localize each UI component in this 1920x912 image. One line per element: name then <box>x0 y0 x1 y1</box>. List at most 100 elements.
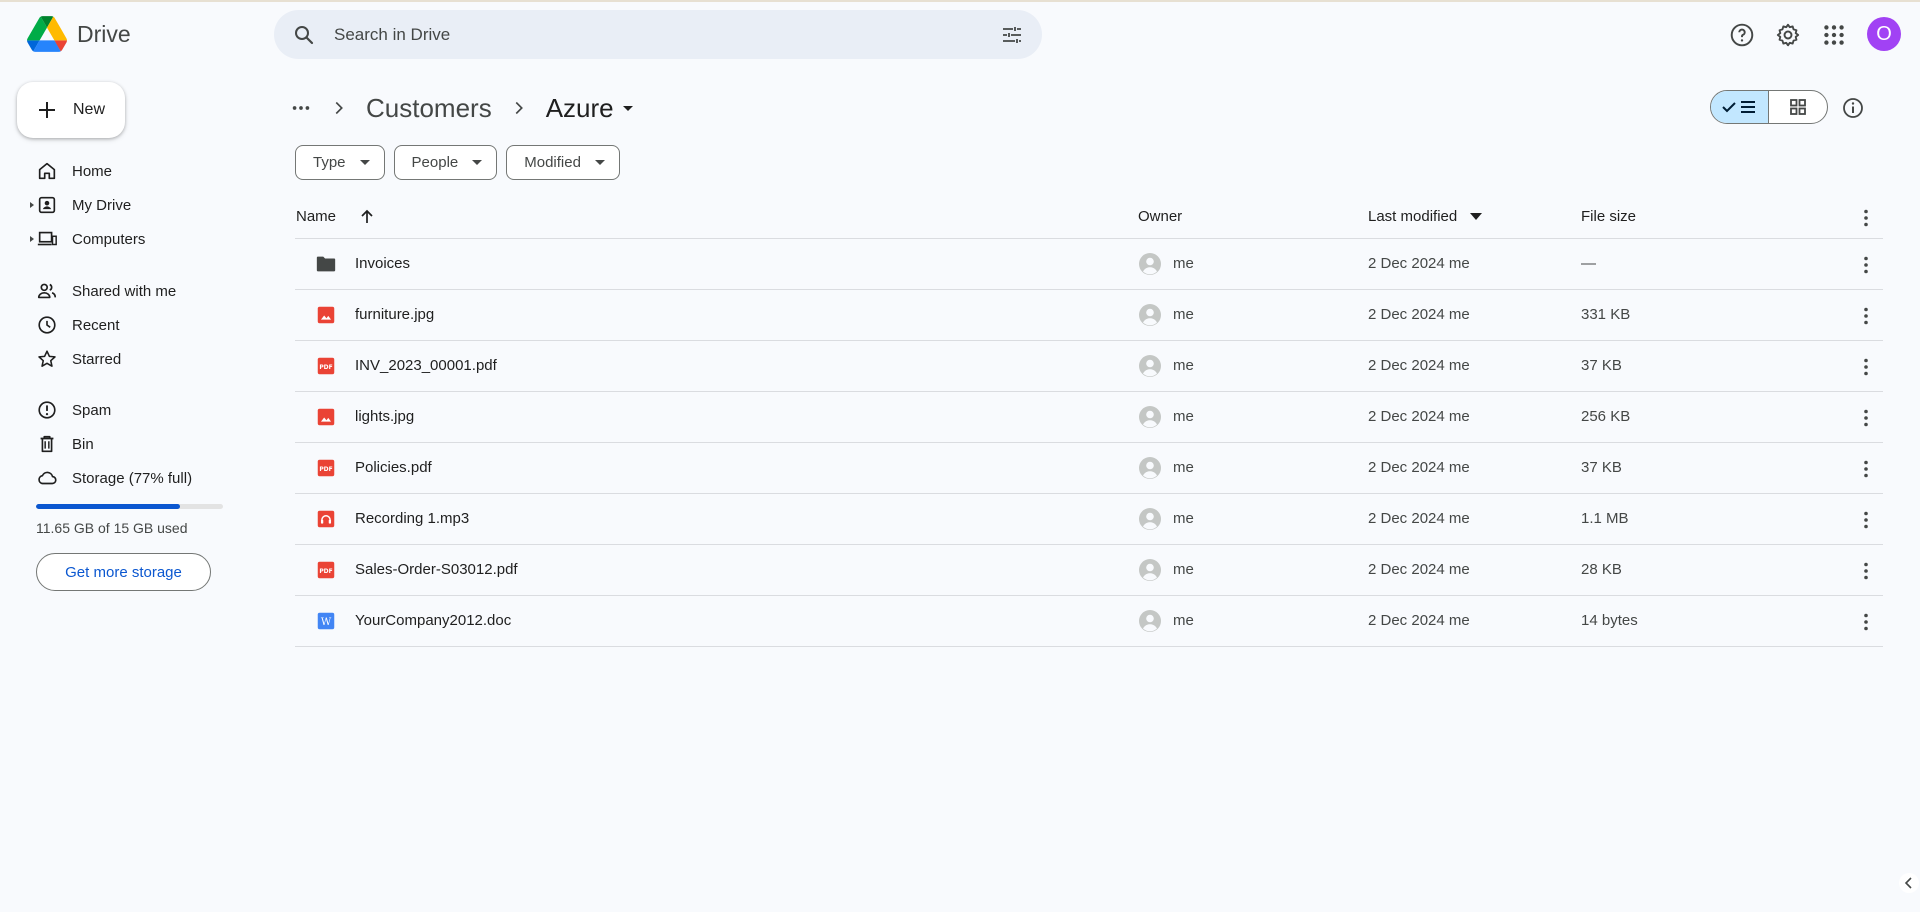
storage-progress-bar <box>36 504 223 509</box>
check-list-icon <box>1721 101 1755 113</box>
folder-icon <box>316 256 336 272</box>
grid-icon <box>1790 99 1806 115</box>
more-actions-icon[interactable] <box>1854 559 1878 583</box>
more-actions-icon[interactable] <box>1854 304 1878 328</box>
breadcrumb-current[interactable]: Azure <box>546 93 614 124</box>
spam-icon <box>38 401 56 419</box>
sidebar-item-label: Computers <box>72 230 146 248</box>
sidebar-item-label: Home <box>72 162 113 180</box>
filter-people[interactable]: People <box>393 145 498 180</box>
table-row[interactable]: PDF INV_2023_00001.pdf me 2 Dec 2024 me 37 K… <box>295 341 1883 392</box>
owner-name: me <box>1173 306 1194 323</box>
chevron-right-icon <box>515 101 523 115</box>
breadcrumb-parent[interactable]: Customers <box>366 93 492 124</box>
sidebar-item-my-drive[interactable]: My Drive <box>28 188 258 222</box>
file-size: 37 KB <box>1581 459 1622 476</box>
grid-view-button[interactable] <box>1769 91 1827 123</box>
file-name[interactable]: furniture.jpg <box>355 306 434 323</box>
file-table: Name Owner Last modified File size Invoi… <box>295 196 1883 647</box>
sidebar-item-label: Shared with me <box>72 282 177 300</box>
search-bar[interactable]: Search in Drive <box>274 10 1042 59</box>
pdf-file-icon: PDF <box>317 561 335 579</box>
search-input[interactable]: Search in Drive <box>334 25 450 45</box>
owner-avatar-icon <box>1139 610 1161 632</box>
table-row[interactable]: Recording 1.mp3 me 2 Dec 2024 me 1.1 MB <box>295 494 1883 545</box>
filter-type[interactable]: Type <box>295 145 385 180</box>
more-horizontal-icon[interactable] <box>290 97 312 119</box>
window-top-border <box>0 0 1920 2</box>
filter-chips: Type People Modified <box>295 145 620 180</box>
apps-grid-icon[interactable] <box>1821 22 1847 48</box>
new-button-label: New <box>73 101 106 118</box>
settings-gear-icon[interactable] <box>1775 22 1801 48</box>
column-options-icon[interactable] <box>1854 206 1878 230</box>
list-view-button[interactable] <box>1711 91 1769 123</box>
caret-down-icon <box>594 159 605 165</box>
table-row[interactable]: Invoices me 2 Dec 2024 me — <box>295 239 1883 290</box>
help-icon[interactable] <box>1729 22 1755 48</box>
table-header: Name Owner Last modified File size <box>295 196 1883 239</box>
filter-modified[interactable]: Modified <box>506 145 620 180</box>
sidebar-item-storage[interactable]: Storage (77% full) <box>28 461 258 495</box>
sidebar-item-home[interactable]: Home <box>28 154 258 188</box>
sidebar-item-shared-with-me[interactable]: Shared with me <box>28 274 258 308</box>
sidebar-item-recent[interactable]: Recent <box>28 308 258 342</box>
more-actions-icon[interactable] <box>1854 610 1878 634</box>
home-icon <box>38 162 56 180</box>
more-actions-icon[interactable] <box>1854 355 1878 379</box>
table-row[interactable]: PDF Sales-Order-S03012.pdf me 2 Dec 2024 me… <box>295 545 1883 596</box>
file-name[interactable]: INV_2023_00001.pdf <box>355 357 497 374</box>
sort-caret-down-icon[interactable] <box>1470 213 1482 221</box>
sidebar-item-starred[interactable]: Starred <box>28 342 258 376</box>
table-row[interactable]: lights.jpg me 2 Dec 2024 me 256 KB <box>295 392 1883 443</box>
expand-caret-icon[interactable] <box>28 201 36 209</box>
owner-name: me <box>1173 408 1194 425</box>
search-options-icon[interactable] <box>1000 23 1024 47</box>
sidebar-item-label: Recent <box>72 316 120 334</box>
file-name[interactable]: Invoices <box>355 255 410 272</box>
get-more-storage-button[interactable]: Get more storage <box>36 553 211 591</box>
drive-logo[interactable]: Drive <box>27 16 131 52</box>
more-actions-icon[interactable] <box>1854 508 1878 532</box>
column-header-file-size[interactable]: File size <box>1581 208 1636 225</box>
more-actions-icon[interactable] <box>1854 457 1878 481</box>
info-icon[interactable] <box>1841 96 1865 120</box>
more-actions-icon[interactable] <box>1854 253 1878 277</box>
svg-text:PDF: PDF <box>319 364 332 371</box>
chip-label: Type <box>313 154 346 171</box>
file-name[interactable]: YourCompany2012.doc <box>355 612 511 629</box>
owner-avatar-icon <box>1139 406 1161 428</box>
column-header-owner[interactable]: Owner <box>1138 208 1182 225</box>
chip-label: Modified <box>524 154 581 171</box>
new-button[interactable]: New <box>17 82 125 138</box>
last-modified: 2 Dec 2024 me <box>1368 306 1470 323</box>
owner-name: me <box>1173 612 1194 629</box>
file-size: 28 KB <box>1581 561 1622 578</box>
owner-name: me <box>1173 561 1194 578</box>
owner-name: me <box>1173 255 1194 272</box>
account-avatar[interactable]: O <box>1867 17 1901 51</box>
sort-arrow-up-icon[interactable] <box>358 208 376 226</box>
app-name: Drive <box>77 20 131 47</box>
plus-icon <box>39 102 55 118</box>
caret-down-icon[interactable] <box>620 100 636 116</box>
sidebar-item-label: Bin <box>72 435 94 453</box>
sidebar-item-spam[interactable]: Spam <box>28 393 258 427</box>
file-name[interactable]: Recording 1.mp3 <box>355 510 469 527</box>
column-header-last-modified[interactable]: Last modified <box>1368 208 1457 225</box>
collapse-panel-icon[interactable] <box>1898 872 1920 894</box>
file-size: 331 KB <box>1581 306 1631 323</box>
file-name[interactable]: Policies.pdf <box>355 459 432 476</box>
sidebar-item-label: Spam <box>72 401 112 419</box>
search-icon[interactable] <box>292 23 316 47</box>
table-row[interactable]: furniture.jpg me 2 Dec 2024 me 331 KB <box>295 290 1883 341</box>
sidebar-item-computers[interactable]: Computers <box>28 222 258 256</box>
table-row[interactable]: PDF Policies.pdf me 2 Dec 2024 me 37 KB <box>295 443 1883 494</box>
table-row[interactable]: W YourCompany2012.doc me 2 Dec 2024 me 14 by… <box>295 596 1883 647</box>
sidebar-item-bin[interactable]: Bin <box>28 427 258 461</box>
expand-caret-icon[interactable] <box>28 235 36 243</box>
more-actions-icon[interactable] <box>1854 406 1878 430</box>
file-name[interactable]: lights.jpg <box>355 408 414 425</box>
column-header-name[interactable]: Name <box>296 208 336 225</box>
file-name[interactable]: Sales-Order-S03012.pdf <box>355 561 518 578</box>
